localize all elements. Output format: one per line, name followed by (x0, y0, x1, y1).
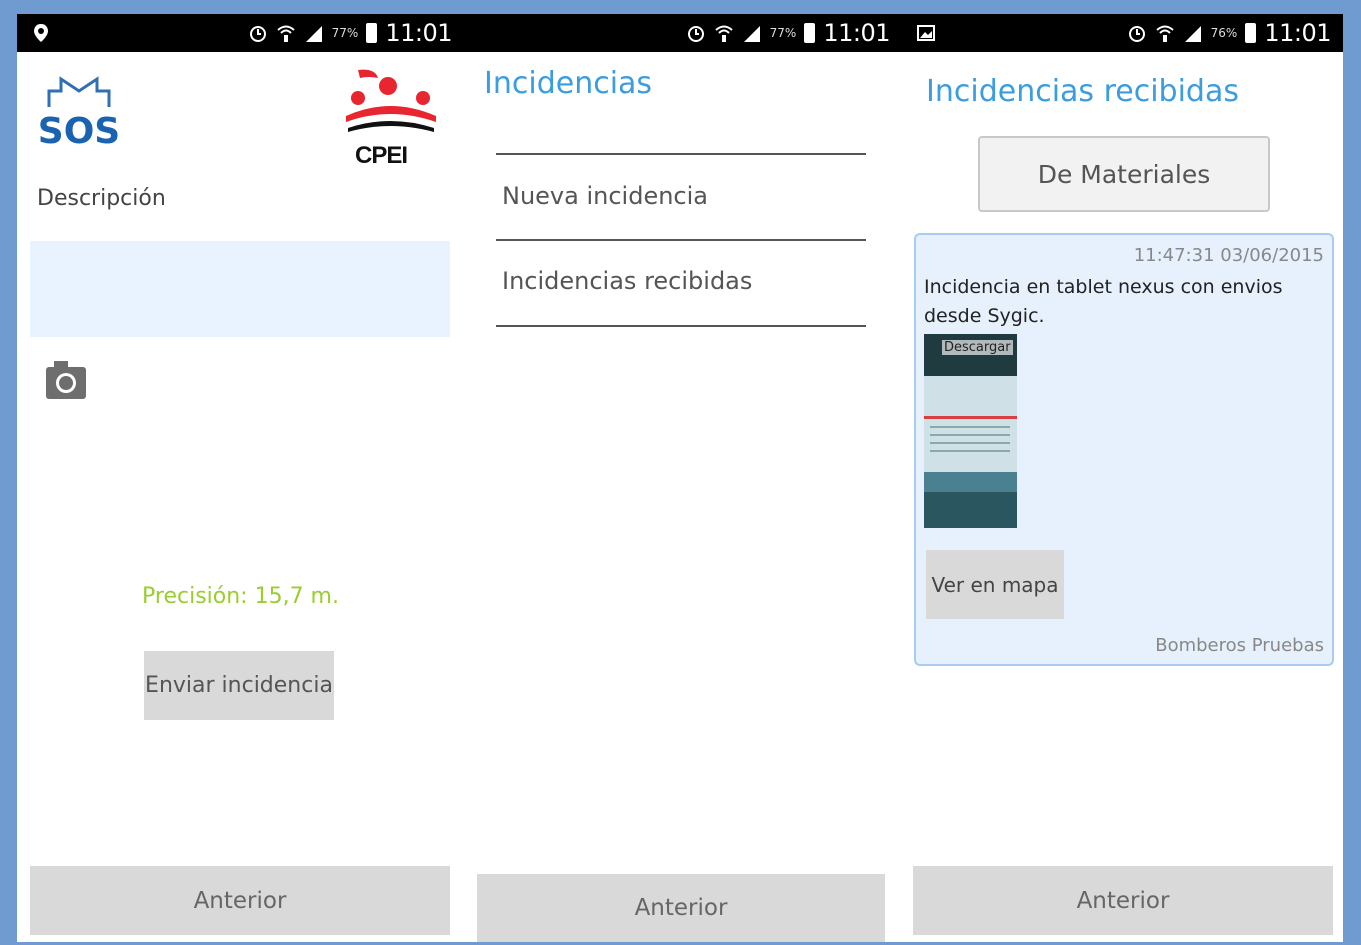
alarm-icon (1128, 26, 1145, 42)
status-bar: 76% 11:01 (902, 14, 1343, 52)
battery-percent: 77% (331, 26, 359, 40)
page-title: Incidencias recibidas (926, 74, 1239, 109)
send-incident-button[interactable]: Enviar incidencia (144, 651, 334, 720)
page-title: Incidencias (484, 66, 653, 101)
battery-percent: 76% (1210, 26, 1238, 40)
alarm-icon (687, 26, 704, 42)
materials-filter-button[interactable]: De Materiales (978, 136, 1270, 212)
menu-item-received-incidents[interactable]: Incidencias recibidas (502, 267, 752, 295)
incident-card[interactable]: 11:47:31 03/06/2015 Incidencia en tablet… (914, 233, 1334, 666)
description-input[interactable] (30, 241, 450, 337)
wifi-icon (714, 25, 733, 42)
back-button[interactable]: Anterior (30, 866, 450, 935)
clock: 11:01 (385, 19, 452, 47)
battery-icon (1245, 23, 1257, 43)
screen-new-incident: 77% 11:01 SOS CPEI Descripción Precisión… (17, 14, 464, 942)
view-on-map-button[interactable]: Ver en mapa (926, 550, 1064, 619)
menu-item-new-incident[interactable]: Nueva incidencia (502, 182, 708, 210)
divider (496, 239, 866, 241)
alarm-icon (249, 26, 266, 42)
clock: 11:01 (1264, 19, 1331, 47)
description-label: Descripción (37, 186, 166, 211)
screen-incidents-menu: 77% 11:01 Incidencias Nueva incidencia I… (464, 14, 902, 942)
incident-photo-thumbnail (924, 334, 1017, 528)
signal-icon (743, 26, 760, 42)
status-bar: 77% 11:01 (464, 14, 902, 52)
incident-timestamp: 11:47:31 03/06/2015 (1133, 245, 1324, 266)
incident-author: Bomberos Pruebas (1155, 635, 1324, 656)
svg-text:SOS: SOS (39, 111, 119, 149)
battery-icon (804, 23, 816, 43)
divider (496, 325, 866, 327)
battery-icon (366, 23, 378, 43)
battery-percent: 77% (769, 26, 797, 40)
back-button[interactable]: Anterior (477, 874, 885, 942)
wifi-icon (1155, 25, 1174, 42)
screen-received-incidents: 76% 11:01 Incidencias recibidas De Mater… (902, 14, 1343, 942)
precision-text: Precisión: 15,7 m. (142, 584, 339, 609)
incident-text: Incidencia en tablet nexus con envios de… (924, 276, 1283, 327)
divider (496, 153, 866, 155)
back-button[interactable]: Anterior (913, 866, 1333, 935)
image-notification-icon (917, 25, 935, 41)
signal-icon (305, 26, 322, 42)
sos-logo: SOS (39, 76, 119, 149)
status-bar: 77% 11:01 (17, 14, 464, 52)
cpei-logo-text: CPEI (355, 142, 408, 169)
clock: 11:01 (823, 19, 890, 47)
camera-icon[interactable] (44, 359, 88, 401)
location-pin-icon (34, 24, 48, 42)
download-label[interactable]: Descargar (942, 340, 1013, 355)
wifi-icon (276, 25, 295, 42)
signal-icon (1184, 26, 1201, 42)
incident-photo[interactable]: Descargar (924, 334, 1017, 528)
